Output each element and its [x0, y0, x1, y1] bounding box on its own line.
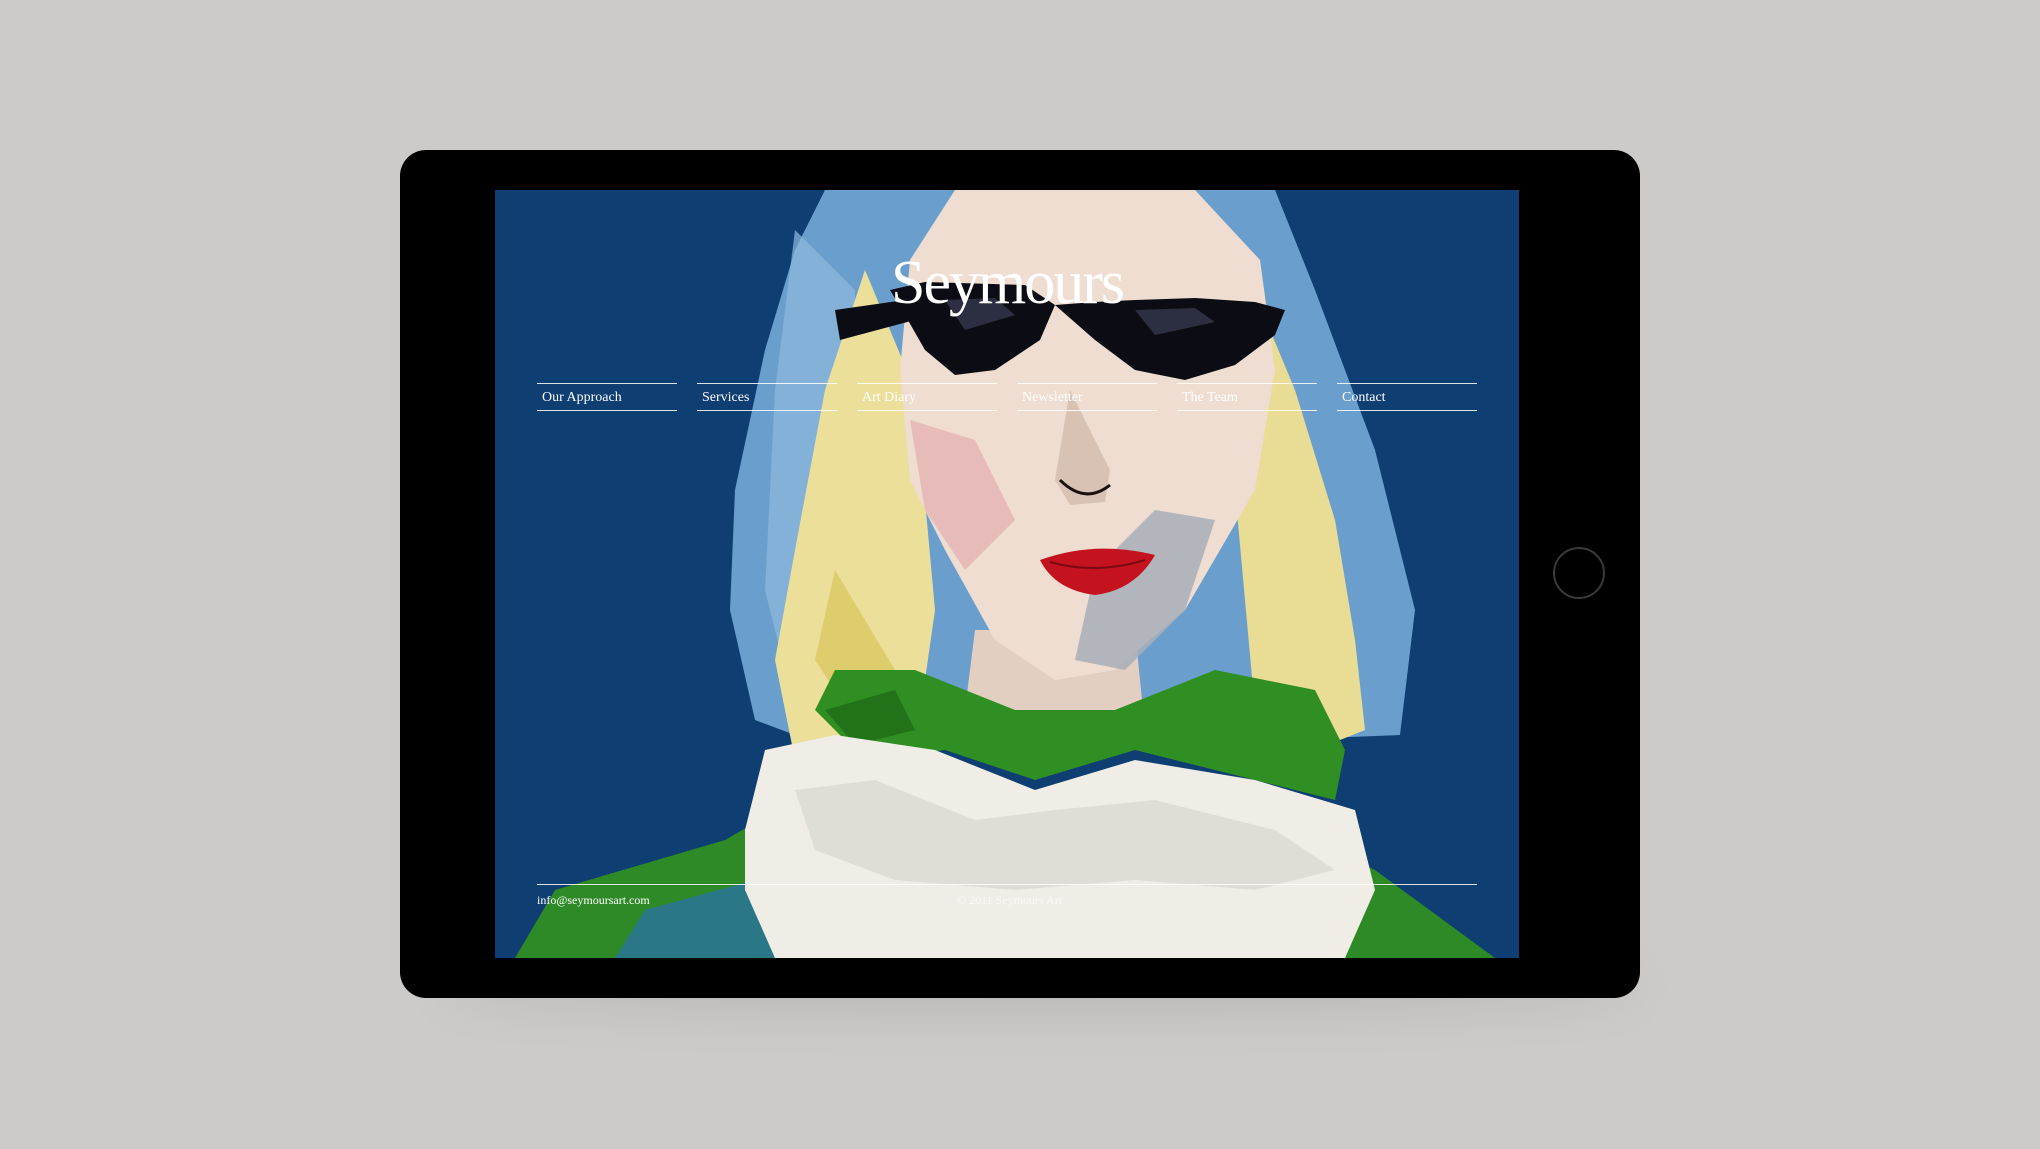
- footer-copyright: © 2011 Seymours Art: [957, 893, 1063, 907]
- home-button[interactable]: [1553, 547, 1605, 599]
- nav-item-contact[interactable]: Contact: [1337, 383, 1477, 411]
- nav-item-the-team[interactable]: The Team: [1177, 383, 1317, 411]
- site-logo[interactable]: Seymours: [495, 252, 1519, 314]
- nav-item-newsletter[interactable]: Newsletter: [1017, 383, 1157, 411]
- nav-item-art-diary[interactable]: Art Diary: [857, 383, 997, 411]
- nav-item-our-approach[interactable]: Our Approach: [537, 383, 677, 411]
- website-screen: Seymours Our Approach Services Art Diary…: [495, 190, 1519, 958]
- nav-item-services[interactable]: Services: [697, 383, 837, 411]
- main-nav: Our Approach Services Art Diary Newslett…: [537, 383, 1477, 411]
- footer-email-link[interactable]: info@seymoursart.com: [537, 893, 650, 908]
- footer-divider: [537, 884, 1477, 885]
